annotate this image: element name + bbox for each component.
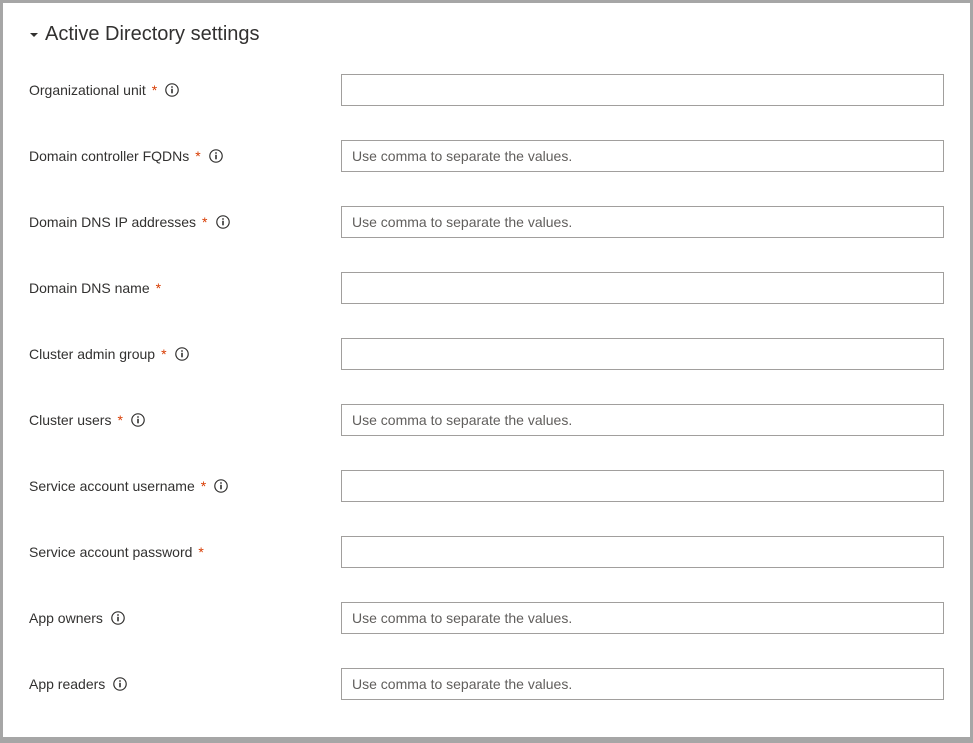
required-asterisk: * xyxy=(201,478,206,494)
settings-panel: Active Directory settings Organizational… xyxy=(3,3,970,737)
required-asterisk: * xyxy=(156,280,161,296)
field-dc-fqdns: Domain controller FQDNs * xyxy=(29,140,944,172)
field-org-unit: Organizational unit * xyxy=(29,74,944,106)
field-label: Domain controller FQDNs xyxy=(29,148,189,164)
field-label: Domain DNS name xyxy=(29,280,150,296)
app-owners-input[interactable] xyxy=(341,602,944,634)
info-icon[interactable] xyxy=(113,677,127,691)
field-cluster-users: Cluster users * xyxy=(29,404,944,436)
field-dns-ips: Domain DNS IP addresses * xyxy=(29,206,944,238)
label-col: Domain DNS name * xyxy=(29,280,341,296)
label-col: Domain DNS IP addresses * xyxy=(29,214,341,230)
label-col: App owners xyxy=(29,610,341,626)
field-label: Organizational unit xyxy=(29,82,146,98)
field-label: App readers xyxy=(29,676,105,692)
input-col xyxy=(341,602,944,634)
field-label: Cluster admin group xyxy=(29,346,155,362)
required-asterisk: * xyxy=(117,412,122,428)
input-col xyxy=(341,272,944,304)
cluster-users-input[interactable] xyxy=(341,404,944,436)
dc-fqdns-input[interactable] xyxy=(341,140,944,172)
info-icon[interactable] xyxy=(209,149,223,163)
info-icon[interactable] xyxy=(165,83,179,97)
info-icon[interactable] xyxy=(214,479,228,493)
label-col: Service account username * xyxy=(29,478,341,494)
field-label: App owners xyxy=(29,610,103,626)
svc-acct-user-input[interactable] xyxy=(341,470,944,502)
required-asterisk: * xyxy=(195,148,200,164)
label-col: Cluster users * xyxy=(29,412,341,428)
label-col: Service account password * xyxy=(29,544,341,560)
cluster-admin-group-input[interactable] xyxy=(341,338,944,370)
input-col xyxy=(341,338,944,370)
info-icon[interactable] xyxy=(216,215,230,229)
info-icon[interactable] xyxy=(175,347,189,361)
label-col: Organizational unit * xyxy=(29,82,341,98)
required-asterisk: * xyxy=(152,82,157,98)
field-cluster-admin-group: Cluster admin group * xyxy=(29,338,944,370)
input-col xyxy=(341,668,944,700)
dns-ips-input[interactable] xyxy=(341,206,944,238)
label-col: Domain controller FQDNs * xyxy=(29,148,341,164)
section-title: Active Directory settings xyxy=(45,23,260,46)
field-label: Cluster users xyxy=(29,412,111,428)
caret-down-icon xyxy=(29,30,39,40)
input-col xyxy=(341,536,944,568)
svc-acct-pass-input[interactable] xyxy=(341,536,944,568)
info-icon[interactable] xyxy=(111,611,125,625)
field-label: Domain DNS IP addresses xyxy=(29,214,196,230)
field-app-readers: App readers xyxy=(29,668,944,700)
field-label: Service account username xyxy=(29,478,195,494)
required-asterisk: * xyxy=(198,544,203,560)
input-col xyxy=(341,74,944,106)
input-col xyxy=(341,470,944,502)
field-dns-name: Domain DNS name * xyxy=(29,272,944,304)
dns-name-input[interactable] xyxy=(341,272,944,304)
label-col: App readers xyxy=(29,676,341,692)
info-icon[interactable] xyxy=(131,413,145,427)
input-col xyxy=(341,404,944,436)
org-unit-input[interactable] xyxy=(341,74,944,106)
field-svc-acct-user: Service account username * xyxy=(29,470,944,502)
input-col xyxy=(341,206,944,238)
required-asterisk: * xyxy=(202,214,207,230)
required-asterisk: * xyxy=(161,346,166,362)
input-col xyxy=(341,140,944,172)
field-svc-acct-pass: Service account password * xyxy=(29,536,944,568)
field-app-owners: App owners xyxy=(29,602,944,634)
field-label: Service account password xyxy=(29,544,192,560)
label-col: Cluster admin group * xyxy=(29,346,341,362)
section-header[interactable]: Active Directory settings xyxy=(29,23,944,46)
app-readers-input[interactable] xyxy=(341,668,944,700)
